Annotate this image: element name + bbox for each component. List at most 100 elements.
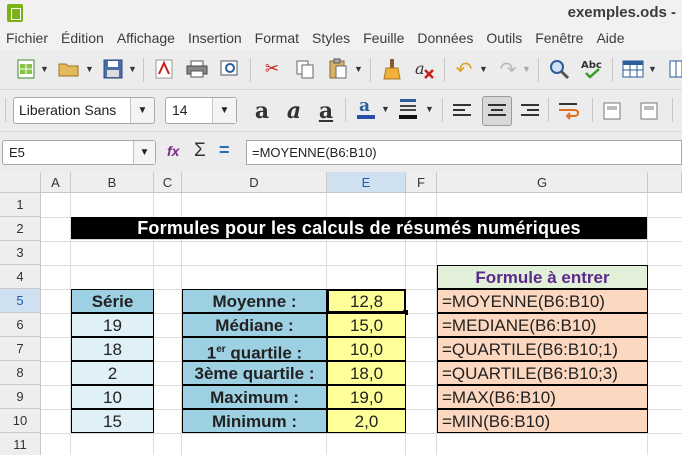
stat-label-cell[interactable]: Minimum : [182, 409, 327, 433]
print-icon[interactable] [185, 57, 209, 81]
chevron-down-icon[interactable]: ▼ [130, 98, 154, 123]
align-left-icon[interactable] [450, 99, 474, 123]
stat-value-cell-selected[interactable]: 12,8 [327, 289, 406, 313]
insert-column-icon[interactable] [664, 57, 682, 81]
print-preview-icon[interactable] [218, 57, 242, 81]
stat-value-cell[interactable]: 15,0 [327, 313, 406, 337]
paste-dropdown-arrow[interactable]: ▼ [354, 60, 363, 78]
stat-label-cell[interactable]: 1er quartile : [182, 337, 327, 363]
serie-value-cell[interactable]: 18 [71, 337, 154, 361]
row-header-10[interactable]: 10 [0, 409, 41, 433]
stat-label-cell[interactable]: Maximum : [182, 385, 327, 409]
row-header-9[interactable]: 9 [0, 385, 41, 409]
formula-icon[interactable]: = [219, 140, 230, 161]
menu-outils[interactable]: Outils [486, 26, 522, 50]
stat-value-cell[interactable]: 10,0 [327, 337, 406, 361]
clone-formatting-icon[interactable] [380, 57, 404, 81]
serie-value-cell[interactable]: 2 [71, 361, 154, 385]
menu-fichier[interactable]: Fichier [6, 26, 48, 50]
column-header-h[interactable] [648, 172, 682, 193]
menu-aide[interactable]: Aide [596, 26, 624, 50]
menu-affichage[interactable]: Affichage [117, 26, 175, 50]
formula-cell[interactable]: =QUARTILE(B6:B10;3) [437, 361, 648, 385]
menu-donnees[interactable]: Données [417, 26, 473, 50]
sum-icon[interactable]: Σ [194, 140, 206, 162]
column-header-g[interactable]: G [437, 172, 648, 193]
copy-icon[interactable] [293, 57, 317, 81]
serie-value-cell[interactable]: 15 [71, 409, 154, 433]
title-cell[interactable]: Formules pour les calculs de résumés num… [71, 217, 648, 240]
underline-icon[interactable]: a [314, 98, 338, 124]
name-box[interactable]: E5 ▼ [2, 140, 156, 165]
column-header-a[interactable]: A [41, 172, 71, 193]
menu-format[interactable]: Format [255, 26, 299, 50]
row-header-7[interactable]: 7 [0, 337, 41, 361]
formula-input[interactable]: =MOYENNE(B6:B10) [246, 140, 682, 165]
undo-icon[interactable]: ↶ [452, 57, 476, 81]
italic-icon[interactable]: a [282, 98, 306, 124]
new-spreadsheet-icon[interactable] [14, 57, 38, 81]
highlight-dropdown-arrow[interactable]: ▼ [425, 100, 434, 118]
menu-feuille[interactable]: Feuille [363, 26, 404, 50]
row-header-2[interactable]: 2 [0, 217, 41, 241]
bold-icon[interactable]: a [250, 98, 274, 124]
open-dropdown-arrow[interactable]: ▼ [85, 60, 94, 78]
save-dropdown-arrow[interactable]: ▼ [128, 60, 137, 78]
formula-cell[interactable]: =MIN(B6:B10) [437, 409, 648, 433]
row-header-4[interactable]: 4 [0, 265, 41, 289]
serie-value-cell[interactable]: 19 [71, 313, 154, 337]
cut-icon[interactable]: ✂ [260, 57, 284, 81]
formula-cell[interactable]: =QUARTILE(B6:B10;1) [437, 337, 648, 361]
stat-label-cell[interactable]: Moyenne : [182, 289, 327, 313]
serie-value-cell[interactable]: 10 [71, 385, 154, 409]
spellcheck-icon[interactable]: Abc [580, 57, 604, 81]
formula-cell[interactable]: =MEDIANE(B6:B10) [437, 313, 648, 337]
font-color-dropdown-arrow[interactable]: ▼ [381, 100, 390, 118]
column-header-d[interactable]: D [182, 172, 327, 193]
merge-cells-icon[interactable] [600, 99, 624, 123]
undo-dropdown-arrow[interactable]: ▼ [479, 60, 488, 78]
clear-formatting-icon[interactable]: a [412, 57, 436, 81]
new-dropdown-arrow[interactable]: ▼ [40, 60, 49, 78]
font-name-combobox[interactable]: Liberation Sans ▼ [13, 97, 155, 124]
redo-icon[interactable]: ↷ [496, 57, 520, 81]
wrap-text-icon[interactable] [557, 99, 581, 123]
table-dropdown-arrow[interactable]: ▼ [648, 60, 657, 78]
spreadsheet-grid[interactable]: A B C D E F G 1 2 3 4 5 6 7 8 9 10 11 Fo… [0, 172, 682, 455]
column-header-c[interactable]: C [154, 172, 182, 193]
number-format-icon[interactable] [637, 99, 661, 123]
row-header-3[interactable]: 3 [0, 241, 41, 265]
menu-fenetre[interactable]: Fenêtre [535, 26, 583, 50]
column-header-f[interactable]: F [406, 172, 437, 193]
row-header-11[interactable]: 11 [0, 433, 41, 455]
menu-edition[interactable]: Édition [61, 26, 104, 50]
stat-value-cell[interactable]: 18,0 [327, 361, 406, 385]
stat-label-cell[interactable]: 3ème quartile : [182, 361, 327, 385]
column-header-e[interactable]: E [327, 172, 406, 193]
column-header-b[interactable]: B [71, 172, 154, 193]
formula-cell[interactable]: =MOYENNE(B6:B10) [437, 289, 648, 313]
formula-cell[interactable]: =MAX(B6:B10) [437, 385, 648, 409]
menu-insertion[interactable]: Insertion [188, 26, 242, 50]
row-header-6[interactable]: 6 [0, 313, 41, 337]
select-all-corner[interactable] [0, 172, 41, 193]
row-column-table-icon[interactable] [621, 57, 645, 81]
open-folder-icon[interactable] [57, 57, 81, 81]
paste-icon[interactable] [326, 57, 350, 81]
font-color-icon[interactable]: a [354, 96, 378, 120]
row-header-8[interactable]: 8 [0, 361, 41, 385]
chevron-down-icon[interactable]: ▼ [212, 98, 236, 123]
menu-styles[interactable]: Styles [312, 26, 350, 50]
save-icon[interactable] [101, 57, 125, 81]
chevron-down-icon[interactable]: ▼ [133, 141, 155, 164]
font-size-combobox[interactable]: 14 ▼ [165, 97, 237, 124]
function-wizard-icon[interactable]: fx [167, 143, 179, 159]
stat-value-cell[interactable]: 2,0 [327, 409, 406, 433]
formula-header-cell[interactable]: Formule à entrer [437, 265, 648, 289]
align-center-icon[interactable] [482, 96, 512, 126]
stat-label-cell[interactable]: Médiane : [182, 313, 327, 337]
redo-dropdown-arrow[interactable]: ▼ [522, 60, 531, 78]
row-header-5[interactable]: 5 [0, 289, 41, 313]
export-pdf-icon[interactable] [152, 57, 176, 81]
row-header-1[interactable]: 1 [0, 193, 41, 217]
